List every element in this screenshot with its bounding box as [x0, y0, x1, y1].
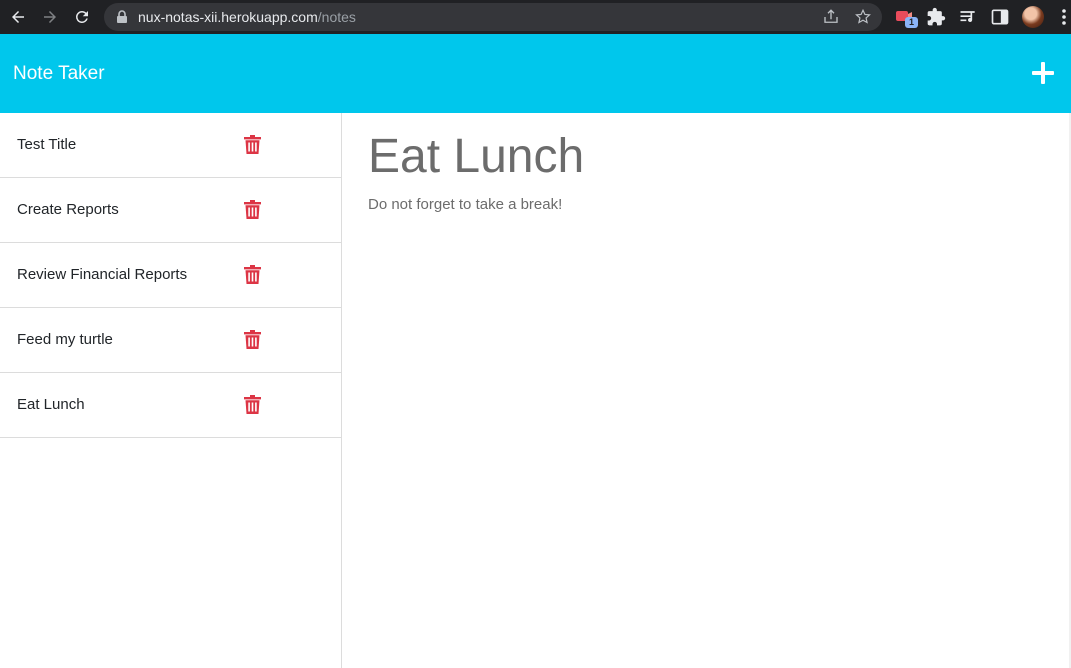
delete-trash-icon[interactable] [244, 200, 261, 219]
app-brand[interactable]: Note Taker [13, 63, 105, 85]
note-title-input[interactable]: Eat Lunch [368, 129, 584, 184]
note-view: Eat Lunch Do not forget to take a break! [343, 113, 1071, 668]
url-path: /notes [317, 9, 356, 25]
forward-arrow-icon[interactable] [38, 5, 62, 29]
note-list: Test Title Create Reports Review Financi… [0, 113, 342, 668]
address-bar[interactable]: nux-notas-xii.herokuapp.com/notes [104, 3, 882, 31]
reload-icon[interactable] [70, 5, 94, 29]
media-queue-icon[interactable] [958, 7, 978, 27]
app-navbar: Note Taker [0, 34, 1071, 113]
url-host: nux-notas-xii.herokuapp.com [138, 9, 318, 25]
back-arrow-icon[interactable] [6, 5, 30, 29]
list-item[interactable]: Review Financial Reports [0, 243, 341, 308]
url-text: nux-notas-xii.herokuapp.com/notes [138, 3, 356, 31]
browser-toolbar: nux-notas-xii.herokuapp.com/notes 1 [0, 0, 1071, 34]
note-list-title: Feed my turtle [17, 331, 113, 348]
profile-avatar[interactable] [1022, 6, 1044, 28]
list-item[interactable]: Test Title [0, 113, 341, 178]
note-list-title: Review Financial Reports [17, 266, 188, 283]
new-note-plus-icon[interactable] [1032, 62, 1054, 84]
note-text-area[interactable]: Do not forget to take a break! [368, 196, 562, 213]
extension-badge: 1 [905, 17, 918, 28]
note-list-title: Eat Lunch [17, 396, 85, 413]
delete-trash-icon[interactable] [244, 265, 261, 284]
lock-icon [117, 10, 127, 23]
list-item[interactable]: Eat Lunch [0, 373, 341, 438]
delete-trash-icon[interactable] [244, 395, 261, 414]
note-list-title: Create Reports [17, 201, 119, 218]
browser-menu-icon[interactable] [1054, 7, 1071, 27]
delete-trash-icon[interactable] [244, 135, 261, 154]
share-icon[interactable] [822, 8, 840, 26]
list-item[interactable]: Create Reports [0, 178, 341, 243]
delete-trash-icon[interactable] [244, 330, 261, 349]
bookmark-star-icon[interactable] [854, 8, 872, 26]
extensions-puzzle-icon[interactable] [926, 7, 946, 27]
list-item[interactable]: Feed my turtle [0, 308, 341, 373]
note-list-title: Test Title [17, 136, 77, 153]
side-panel-icon[interactable] [990, 7, 1010, 27]
